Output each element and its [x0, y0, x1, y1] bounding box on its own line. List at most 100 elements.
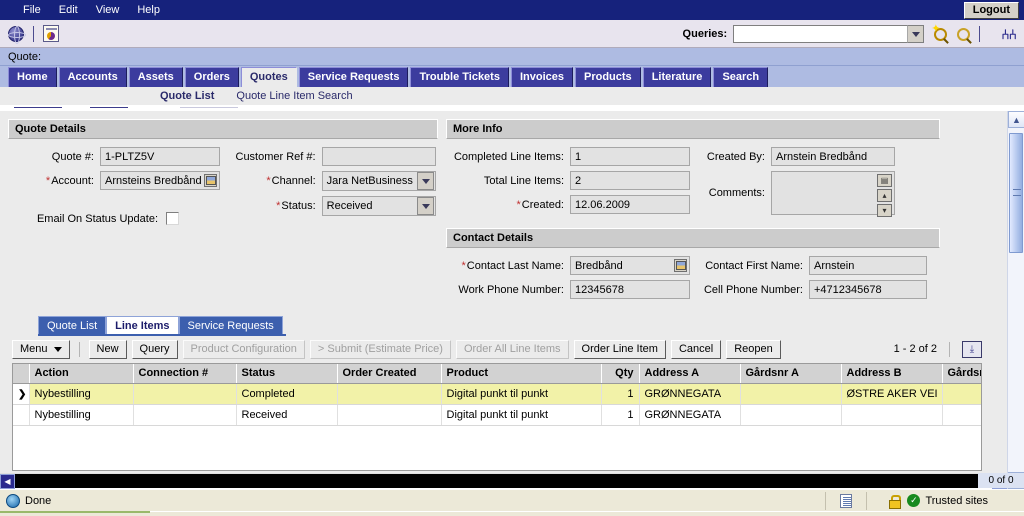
reopen-button[interactable]: Reopen: [726, 339, 781, 359]
scroll-left-arrow-icon[interactable]: ◀: [0, 473, 15, 489]
column-header-connection-number[interactable]: Connection #: [133, 364, 237, 384]
screen-tab-invoices[interactable]: Invoices: [510, 67, 573, 87]
toolbar-divider-2: [949, 341, 950, 357]
cell-address-a[interactable]: GRØNNEGATA: [639, 383, 741, 405]
cell-qty[interactable]: 1: [601, 404, 640, 426]
cell-phone-input[interactable]: +4712345678: [809, 280, 927, 299]
column-header-status[interactable]: Status: [236, 364, 338, 384]
menu-button[interactable]: Menu: [12, 339, 70, 359]
comments-editor-icon[interactable]: ▤: [877, 174, 892, 187]
execute-query-icon[interactable]: [957, 27, 971, 41]
column-header-address-a[interactable]: Address A: [639, 364, 741, 384]
column-header-gardsnr-b[interactable]: Gårdsnr: [942, 364, 981, 384]
status-dropdown-button[interactable]: [417, 197, 434, 215]
browser-horizontal-scrollbar[interactable]: ◀ ▶: [0, 473, 1007, 489]
reports-icon[interactable]: [43, 25, 59, 42]
content-vertical-scrollbar[interactable]: ▲ ▼: [1007, 111, 1024, 489]
comments-textarea[interactable]: ▤ ▴ ▾: [771, 171, 895, 217]
cell-address-b[interactable]: [841, 404, 943, 426]
total-line-items-input[interactable]: 2: [570, 171, 690, 190]
menu-item-edit[interactable]: Edit: [50, 3, 87, 17]
order-line-item-button[interactable]: Order Line Item: [573, 339, 666, 359]
binoculars-icon[interactable]: ⑃⑃: [1001, 26, 1017, 42]
cell-status[interactable]: Received: [236, 404, 338, 426]
column-header-product[interactable]: Product: [441, 364, 602, 384]
queries-input[interactable]: [733, 25, 908, 43]
screen-tab-accounts[interactable]: Accounts: [58, 67, 127, 87]
created-by-input[interactable]: Arnstein Bredbånd: [771, 147, 895, 166]
cell-qty[interactable]: 1: [601, 383, 640, 405]
screen-tab-trouble-tickets[interactable]: Trouble Tickets: [410, 67, 509, 87]
channel-dropdown-button[interactable]: [417, 172, 434, 190]
menu-item-file[interactable]: File: [14, 3, 50, 17]
status-page-icon-segment[interactable]: [826, 492, 866, 510]
column-header-action[interactable]: Action: [29, 364, 134, 384]
cell-address-b[interactable]: ØSTRE AKER VEI: [841, 383, 943, 405]
contact-first-name-input[interactable]: Arnstein: [809, 256, 927, 275]
cancel-button[interactable]: Cancel: [670, 339, 722, 359]
cell-action[interactable]: Nybestilling: [29, 404, 134, 426]
query-button[interactable]: Query: [131, 339, 178, 359]
queries-dropdown-button[interactable]: [907, 25, 925, 43]
account-picklist-icon[interactable]: [204, 174, 217, 187]
scroll-up-arrow-icon[interactable]: ▲: [1008, 111, 1024, 128]
cell-gardsnr-b[interactable]: [942, 404, 981, 426]
contact-last-name-picklist-icon[interactable]: [674, 259, 687, 272]
list-tab-service-requests[interactable]: Service Requests: [178, 316, 283, 336]
completed-line-items-input[interactable]: 1: [570, 147, 690, 166]
field-created: *Created: 12.06.2009: [446, 195, 691, 214]
cell-address-a[interactable]: GRØNNEGATA: [639, 404, 741, 426]
table-row[interactable]: ❯ Nybestilling Completed Digital punkt t…: [13, 383, 981, 405]
comments-scroll-up-icon[interactable]: ▴: [877, 189, 892, 202]
security-zone-segment[interactable]: ✓ Trusted sites: [867, 492, 998, 510]
row-selector[interactable]: ❯: [13, 383, 30, 405]
list-tab-quote-list[interactable]: Quote List: [38, 316, 107, 336]
cell-order-created[interactable]: [337, 404, 442, 426]
menu-item-view[interactable]: View: [87, 3, 129, 17]
customer-ref-input[interactable]: [321, 147, 436, 166]
channel-combobox[interactable]: Jara NetBusiness: [321, 171, 436, 191]
screen-tab-products[interactable]: Products: [575, 67, 641, 87]
table-row[interactable]: Nybestilling Received Digital punkt til …: [13, 404, 981, 426]
cell-gardsnr-a[interactable]: [740, 404, 842, 426]
cell-product[interactable]: Digital punkt til punkt: [441, 383, 602, 405]
logout-button[interactable]: Logout: [963, 2, 1019, 19]
scrollbar-thumb[interactable]: [1009, 133, 1023, 253]
cell-order-created[interactable]: [337, 383, 442, 405]
account-input[interactable]: Arnsteins Bredbånd: [100, 171, 220, 190]
comments-scroll-down-icon[interactable]: ▾: [877, 204, 892, 217]
screen-tab-search[interactable]: Search: [713, 67, 769, 87]
screen-tab-assets[interactable]: Assets: [128, 67, 183, 87]
menu-item-help[interactable]: Help: [128, 3, 169, 17]
view-link-quote-line-item-search[interactable]: Quote Line Item Search: [236, 90, 352, 102]
cell-status[interactable]: Completed: [236, 383, 338, 405]
quote-number-input[interactable]: 1-PLTZ5V: [100, 147, 220, 166]
cell-product[interactable]: Digital punkt til punkt: [441, 404, 602, 426]
screen-tab-home[interactable]: Home: [8, 67, 57, 87]
globe-icon[interactable]: [8, 25, 26, 44]
work-phone-input[interactable]: 12345678: [570, 280, 690, 299]
row-selector[interactable]: [13, 404, 30, 426]
cell-action[interactable]: Nybestilling: [29, 383, 134, 405]
column-header-address-b[interactable]: Address B: [841, 364, 943, 384]
columns-displayed-icon[interactable]: ⤓: [962, 340, 982, 358]
status-combobox[interactable]: Received: [321, 196, 436, 216]
cell-connection-number[interactable]: [133, 383, 237, 405]
new-query-icon[interactable]: ✦: [931, 23, 948, 41]
column-header-gardsnr-a[interactable]: Gårdsnr A: [740, 364, 842, 384]
view-link-quote-list[interactable]: Quote List: [160, 90, 214, 102]
created-input[interactable]: 12.06.2009: [570, 195, 690, 214]
screen-tab-literature[interactable]: Literature: [642, 67, 712, 87]
screen-tab-quotes[interactable]: Quotes: [240, 67, 297, 87]
email-on-status-checkbox[interactable]: [166, 212, 179, 225]
screen-tab-orders[interactable]: Orders: [184, 67, 239, 87]
contact-last-name-input[interactable]: Bredbånd: [570, 256, 690, 275]
list-tab-line-items[interactable]: Line Items: [106, 316, 179, 336]
column-header-order-created[interactable]: Order Created: [337, 364, 442, 384]
cell-connection-number[interactable]: [133, 404, 237, 426]
new-button[interactable]: New: [88, 339, 127, 359]
cell-gardsnr-b[interactable]: [942, 383, 981, 405]
column-header-qty[interactable]: Qty: [601, 364, 640, 384]
cell-gardsnr-a[interactable]: [740, 383, 842, 405]
screen-tab-service-requests[interactable]: Service Requests: [298, 67, 409, 87]
